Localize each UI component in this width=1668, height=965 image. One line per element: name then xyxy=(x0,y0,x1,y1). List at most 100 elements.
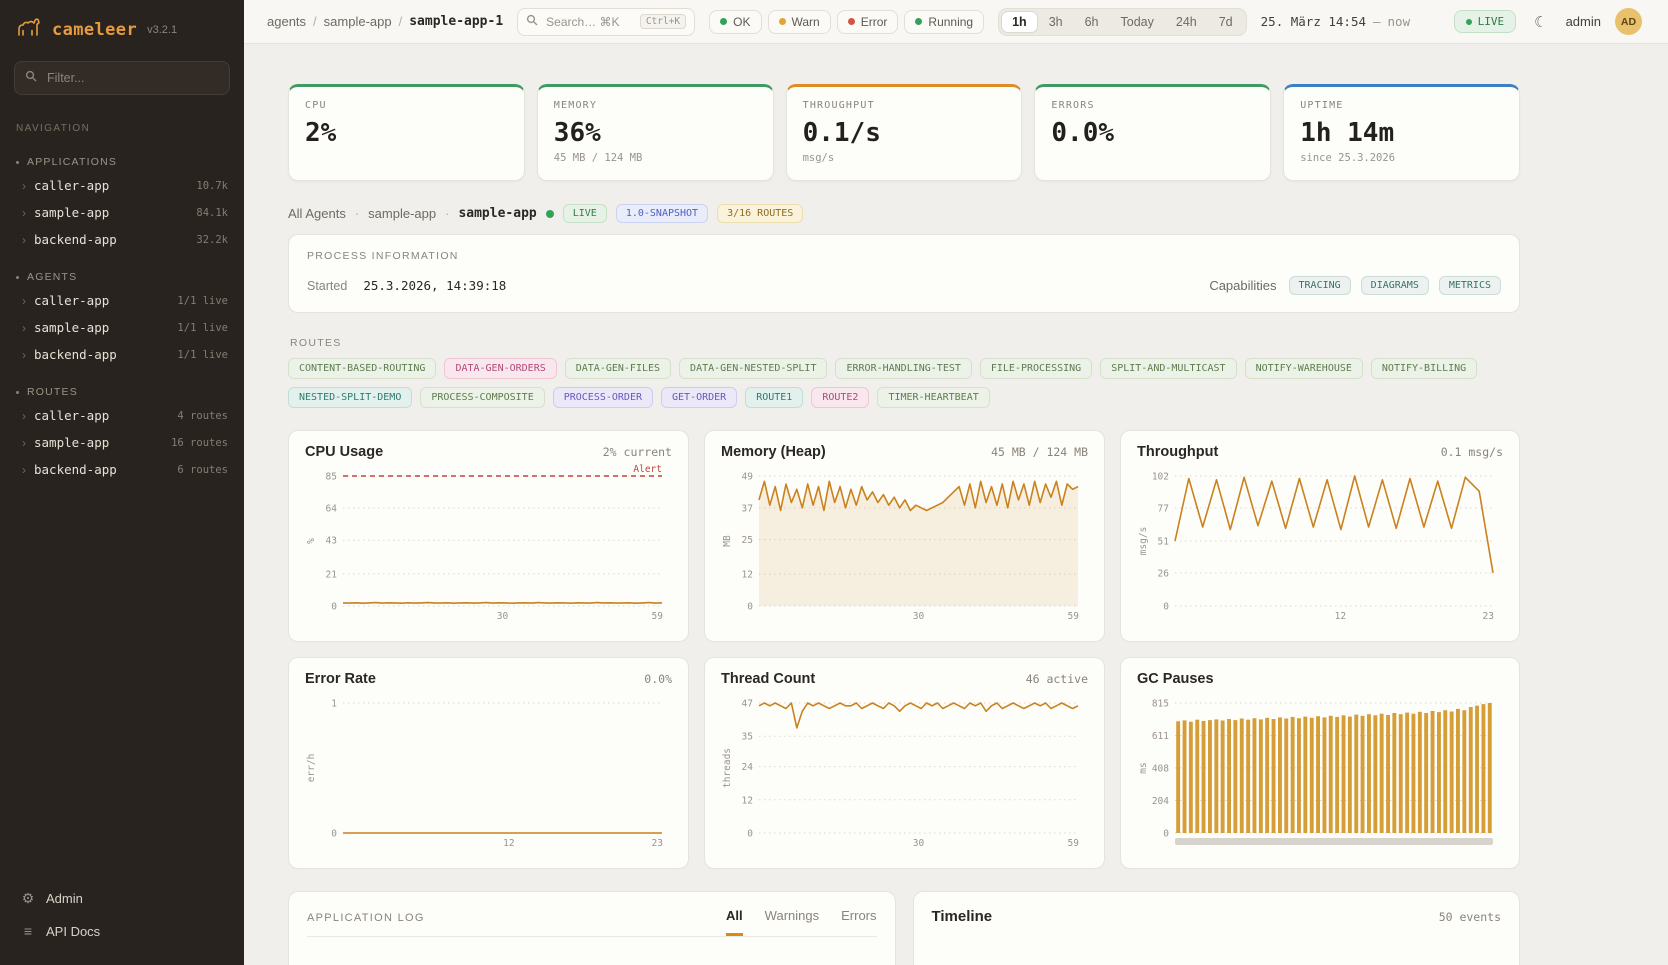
route-badge[interactable]: DATA-GEN-ORDERS xyxy=(444,358,556,379)
route-badge[interactable]: FILE-PROCESSING xyxy=(980,358,1092,379)
sidebar-item-admin[interactable]: ⚙ Admin xyxy=(16,882,228,915)
route-badge[interactable]: NESTED-SPLIT-DEMO xyxy=(288,387,412,408)
sidebar-item-label: caller-app xyxy=(34,293,109,308)
chevron-right-icon: › xyxy=(22,322,26,334)
chevron-right-icon: › xyxy=(22,234,26,246)
tab-warnings[interactable]: Warnings xyxy=(765,908,819,936)
timeline-title: Timeline xyxy=(932,908,993,925)
filter-warn[interactable]: Warn xyxy=(768,10,831,34)
svg-text:MB: MB xyxy=(722,535,733,547)
chart-current-value: 0.0% xyxy=(644,672,672,686)
sidebar-item-label: sample-app xyxy=(34,320,109,335)
moon-icon: ☾ xyxy=(1534,14,1547,31)
route-badge[interactable]: TIMER-HEARTBEAT xyxy=(877,387,989,408)
live-label: LIVE xyxy=(1478,15,1505,28)
date-range-display[interactable]: 25. März 14:54 – now xyxy=(1261,14,1410,29)
svg-text:0: 0 xyxy=(747,602,753,613)
route-badge[interactable]: NOTIFY-WAREHOUSE xyxy=(1245,358,1363,379)
dark-mode-toggle[interactable]: ☾ xyxy=(1530,11,1551,33)
range-3h[interactable]: 3h xyxy=(1038,11,1074,33)
avatar[interactable]: AD xyxy=(1615,8,1642,35)
breadcrumb-agents[interactable]: agents xyxy=(267,14,306,29)
thread-count-chart: 4735241203059threads xyxy=(721,691,1088,849)
chart-title: Throughput xyxy=(1137,444,1218,460)
svg-text:Alert: Alert xyxy=(633,464,662,475)
range-7d[interactable]: 7d xyxy=(1208,11,1244,33)
section-title-applications: APPLICATIONS xyxy=(0,148,244,172)
range-1h[interactable]: 1h xyxy=(1001,11,1038,33)
svg-text:77: 77 xyxy=(1158,503,1169,514)
status-dot-ok xyxy=(720,18,727,25)
brand[interactable]: cameleer v3.2.1 xyxy=(0,0,244,55)
breadcrumb-separator: / xyxy=(399,14,403,29)
chevron-right-icon: › xyxy=(22,207,26,219)
live-toggle[interactable]: LIVE xyxy=(1454,10,1517,33)
route-badge[interactable]: PROCESS-COMPOSITE xyxy=(420,387,544,408)
bottom-row: APPLICATION LOG All Warnings Errors Time… xyxy=(288,891,1520,965)
sidebar-filter-input[interactable] xyxy=(45,70,219,86)
main-content: CPU 2% MEMORY 36% 45 MB / 124 MB THROUGH… xyxy=(244,44,1668,965)
sidebar-item-agent-backend-app[interactable]: › backend-app 1/1 live xyxy=(0,341,244,368)
svg-text:12: 12 xyxy=(1335,611,1346,622)
range-today[interactable]: Today xyxy=(1110,11,1165,33)
range-6h[interactable]: 6h xyxy=(1074,11,1110,33)
svg-text:25: 25 xyxy=(742,535,753,546)
stat-label: THROUGHPUT xyxy=(803,100,1006,111)
route-badge[interactable]: NOTIFY-BILLING xyxy=(1371,358,1477,379)
range-24h[interactable]: 24h xyxy=(1165,11,1208,33)
stat-label: CPU xyxy=(305,100,508,111)
svg-text:59: 59 xyxy=(651,611,663,622)
chevron-right-icon: › xyxy=(22,410,26,422)
chart-title: GC Pauses xyxy=(1137,671,1214,687)
section-title-label: AGENTS xyxy=(27,271,77,283)
gear-icon: ⚙ xyxy=(20,890,36,907)
sidebar-item-label: backend-app xyxy=(34,232,117,247)
cpu-usage-card: CPU Usage 2% current 8564432103059%Alert xyxy=(288,430,689,642)
route-badge[interactable]: CONTENT-BASED-ROUTING xyxy=(288,358,436,379)
global-search[interactable]: Search… ⌘K Ctrl+K xyxy=(517,8,695,36)
route-badge[interactable]: GET-ORDER xyxy=(661,387,737,408)
sidebar-item-routes-caller-app[interactable]: › caller-app 4 routes xyxy=(0,402,244,429)
sidebar-item-application-backend-app[interactable]: › backend-app 32.2k xyxy=(0,226,244,253)
sidebar-item-routes-sample-app[interactable]: › sample-app 16 routes xyxy=(0,429,244,456)
stat-card-throughput: THROUGHPUT 0.1/s msg/s xyxy=(786,84,1023,181)
search-placeholder: Search… ⌘K xyxy=(546,15,632,29)
agent-crumb-sample-app[interactable]: sample-app xyxy=(368,206,436,221)
sidebar-item-application-sample-app[interactable]: › sample-app 84.1k xyxy=(0,199,244,226)
sidebar-item-application-caller-app[interactable]: › caller-app 10.7k xyxy=(0,172,244,199)
sidebar-item-agent-sample-app[interactable]: › sample-app 1/1 live xyxy=(0,314,244,341)
svg-text:408: 408 xyxy=(1152,763,1169,774)
capability-badge-metrics: METRICS xyxy=(1439,276,1501,295)
route-badge[interactable]: SPLIT-AND-MULTICAST xyxy=(1100,358,1236,379)
svg-text:0: 0 xyxy=(331,829,337,840)
svg-text:23: 23 xyxy=(1483,611,1494,622)
svg-text:85: 85 xyxy=(326,472,337,483)
route-badge[interactable]: ROUTE1 xyxy=(745,387,803,408)
route-badge[interactable]: ROUTE2 xyxy=(811,387,869,408)
breadcrumb-sample-app[interactable]: sample-app xyxy=(324,14,392,29)
filter-ok[interactable]: OK xyxy=(709,10,761,34)
filter-label: Error xyxy=(861,15,888,29)
sidebar-item-agent-caller-app[interactable]: › caller-app 1/1 live xyxy=(0,287,244,314)
tab-all[interactable]: All xyxy=(726,908,743,936)
route-badge[interactable]: ERROR-HANDLING-TEST xyxy=(835,358,971,379)
list-icon: ≡ xyxy=(20,923,36,939)
sidebar-filter[interactable] xyxy=(14,61,230,95)
started-label: Started xyxy=(307,279,347,293)
route-badge[interactable]: DATA-GEN-NESTED-SPLIT xyxy=(679,358,827,379)
tab-errors[interactable]: Errors xyxy=(841,908,876,936)
app-version: v3.2.1 xyxy=(147,24,177,36)
route-badge[interactable]: PROCESS-ORDER xyxy=(553,387,653,408)
stat-sub: msg/s xyxy=(803,152,1006,164)
sidebar-item-routes-backend-app[interactable]: › backend-app 6 routes xyxy=(0,456,244,483)
svg-text:51: 51 xyxy=(1158,537,1170,548)
throughput-chart: 10277512601223msg/s xyxy=(1137,464,1503,622)
route-badge[interactable]: DATA-GEN-FILES xyxy=(565,358,671,379)
sidebar-item-badge: 84.1k xyxy=(196,207,228,219)
svg-text:21: 21 xyxy=(326,569,338,580)
content-column: agents / sample-app / sample-app-1 Searc… xyxy=(244,0,1668,965)
filter-running[interactable]: Running xyxy=(904,10,984,34)
sidebar-item-api-docs[interactable]: ≡ API Docs xyxy=(16,915,228,947)
agent-crumb-all-agents[interactable]: All Agents xyxy=(288,206,346,221)
filter-error[interactable]: Error xyxy=(837,10,899,34)
